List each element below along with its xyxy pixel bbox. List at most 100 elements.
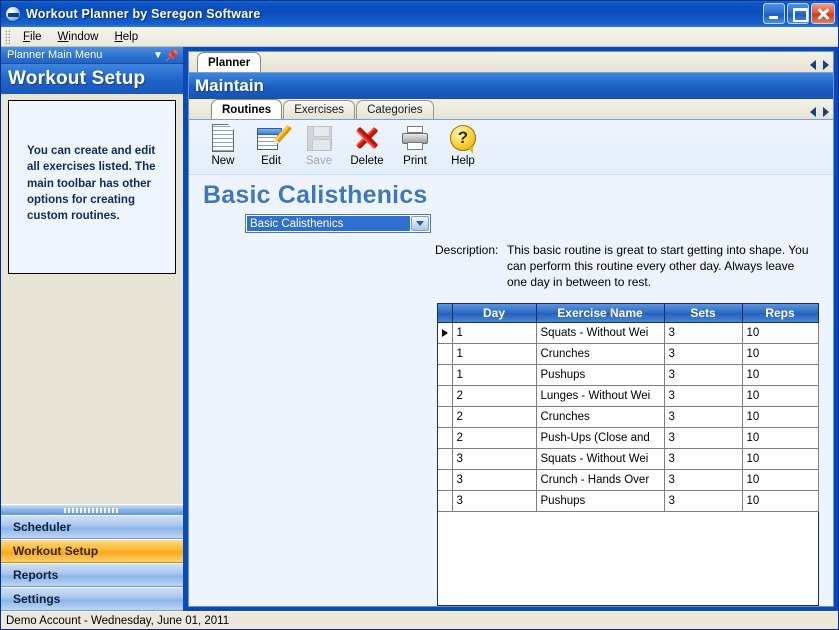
row-selector-cell[interactable]: [438, 469, 453, 492]
cell-reps[interactable]: 10: [742, 343, 819, 366]
sidebar-filler: [8, 274, 176, 504]
scroll-right-icon[interactable]: [823, 107, 829, 117]
tab-routines[interactable]: Routines: [211, 99, 283, 119]
row-selector-cell[interactable]: [438, 343, 453, 366]
cell-day[interactable]: 3: [452, 490, 537, 513]
tool-label: Delete: [350, 155, 384, 167]
scroll-right-icon[interactable]: [823, 60, 829, 70]
cell-reps[interactable]: 10: [742, 385, 819, 408]
row-selector-cell[interactable]: [438, 427, 453, 450]
cell-exercise[interactable]: Lunges - Without Wei: [536, 385, 665, 408]
menu-grip-icon[interactable]: [5, 29, 11, 44]
row-selector-header: [438, 303, 453, 324]
tool-label: Edit: [261, 155, 281, 167]
row-selector-cell[interactable]: [438, 490, 453, 513]
cell-reps[interactable]: 10: [742, 406, 819, 429]
row-selector-cell[interactable]: [438, 322, 453, 345]
edit-button[interactable]: Edit: [247, 122, 295, 172]
cell-reps[interactable]: 10: [742, 448, 819, 471]
sidebar-item-label: Workout Setup: [13, 544, 99, 558]
tab-label: Categories: [367, 104, 423, 116]
maximize-button[interactable]: [787, 3, 809, 24]
table-row[interactable]: 1 Crunches 3 10: [438, 343, 819, 366]
column-header-day[interactable]: Day: [452, 303, 537, 324]
cell-day[interactable]: 1: [452, 322, 537, 345]
cell-day[interactable]: 2: [452, 385, 537, 408]
cell-day[interactable]: 3: [452, 448, 537, 471]
help-button[interactable]: ? Help: [439, 122, 487, 172]
table-row[interactable]: 3 Squats - Without Wei 3 10: [438, 448, 819, 471]
cell-day[interactable]: 1: [452, 343, 537, 366]
new-button[interactable]: New: [199, 122, 247, 172]
table-row[interactable]: 3 Pushups 3 10: [438, 490, 819, 513]
cell-day[interactable]: 1: [452, 364, 537, 387]
column-header-sets[interactable]: Sets: [664, 303, 743, 324]
table-row[interactable]: 3 Crunch - Hands Over 3 10: [438, 469, 819, 492]
scroll-left-icon[interactable]: [810, 107, 816, 117]
menu-item-window[interactable]: Window: [50, 29, 107, 45]
cell-day[interactable]: 2: [452, 406, 537, 429]
sidebar-splitter-grip[interactable]: [1, 504, 183, 515]
chevron-down-icon[interactable]: ▼: [151, 50, 165, 61]
cell-sets[interactable]: 3: [664, 343, 743, 366]
minimize-button[interactable]: [763, 3, 785, 24]
tab-exercises[interactable]: Exercises: [283, 100, 356, 119]
table-row[interactable]: 2 Lunges - Without Wei 3 10: [438, 385, 819, 408]
cell-day[interactable]: 2: [452, 427, 537, 450]
sidebar-item-scheduler[interactable]: Scheduler: [1, 515, 183, 539]
menu-item-file[interactable]: File: [15, 29, 50, 45]
cell-reps[interactable]: 10: [742, 469, 819, 492]
sidebar-item-reports[interactable]: Reports: [1, 563, 183, 587]
column-header-reps[interactable]: Reps: [742, 303, 819, 324]
delete-button[interactable]: Delete: [343, 122, 391, 172]
row-selector-cell[interactable]: [438, 448, 453, 471]
table-row[interactable]: 2 Push-Ups (Close and 3 10: [438, 427, 819, 450]
routine-select[interactable]: Basic Calisthenics: [245, 214, 431, 233]
cell-sets[interactable]: 3: [664, 427, 743, 450]
cell-reps[interactable]: 10: [742, 364, 819, 387]
save-floppy-icon: [303, 124, 335, 154]
table-row[interactable]: 2 Crunches 3 10: [438, 406, 819, 429]
cell-exercise[interactable]: Crunches: [536, 343, 665, 366]
cell-sets[interactable]: 3: [664, 490, 743, 513]
row-selector-cell[interactable]: [438, 385, 453, 408]
cell-exercise[interactable]: Push-Ups (Close and: [536, 427, 665, 450]
cell-exercise[interactable]: Pushups: [536, 490, 665, 513]
cell-sets[interactable]: 3: [664, 448, 743, 471]
cell-exercise[interactable]: Squats - Without Wei: [536, 448, 665, 471]
table-row[interactable]: 1 Pushups 3 10: [438, 364, 819, 387]
cell-exercise[interactable]: Pushups: [536, 364, 665, 387]
row-selector-cell[interactable]: [438, 406, 453, 429]
tool-label: Print: [403, 155, 427, 167]
sidebar-item-workout-setup[interactable]: Workout Setup: [1, 539, 183, 563]
cell-sets[interactable]: 3: [664, 385, 743, 408]
scroll-left-icon[interactable]: [810, 60, 816, 70]
column-header-exercise-name[interactable]: Exercise Name: [536, 303, 665, 324]
cell-day[interactable]: 3: [452, 469, 537, 492]
row-selector-cell[interactable]: [438, 364, 453, 387]
cell-sets[interactable]: 3: [664, 364, 743, 387]
sidebar-caption-title: Planner Main Menu: [7, 49, 103, 61]
chevron-down-icon[interactable]: [411, 216, 429, 231]
toolbar: New Edit Save Delete Print ? Help: [189, 120, 833, 175]
cell-exercise[interactable]: Crunches: [536, 406, 665, 429]
cell-exercise[interactable]: Crunch - Hands Over: [536, 469, 665, 492]
sidebar-item-settings[interactable]: Settings: [1, 587, 183, 611]
cell-sets[interactable]: 3: [664, 322, 743, 345]
print-button[interactable]: Print: [391, 122, 439, 172]
cell-reps[interactable]: 10: [742, 322, 819, 345]
close-button[interactable]: [811, 3, 835, 24]
cell-sets[interactable]: 3: [664, 469, 743, 492]
cell-sets[interactable]: 3: [664, 406, 743, 429]
cell-reps[interactable]: 10: [742, 427, 819, 450]
cell-exercise[interactable]: Squats - Without Wei: [536, 322, 665, 345]
pushpin-icon[interactable]: 📌: [165, 49, 179, 62]
title-bar: Workout Planner by Seregon Software: [1, 1, 838, 27]
table-row[interactable]: 1 Squats - Without Wei 3 10: [438, 322, 819, 345]
cell-reps[interactable]: 10: [742, 490, 819, 513]
tab-planner[interactable]: Planner: [197, 52, 262, 72]
window-title: Workout Planner by Seregon Software: [26, 7, 261, 21]
grid-empty-area: [438, 512, 818, 605]
menu-item-help[interactable]: Help: [106, 29, 146, 45]
tab-categories[interactable]: Categories: [356, 100, 434, 119]
